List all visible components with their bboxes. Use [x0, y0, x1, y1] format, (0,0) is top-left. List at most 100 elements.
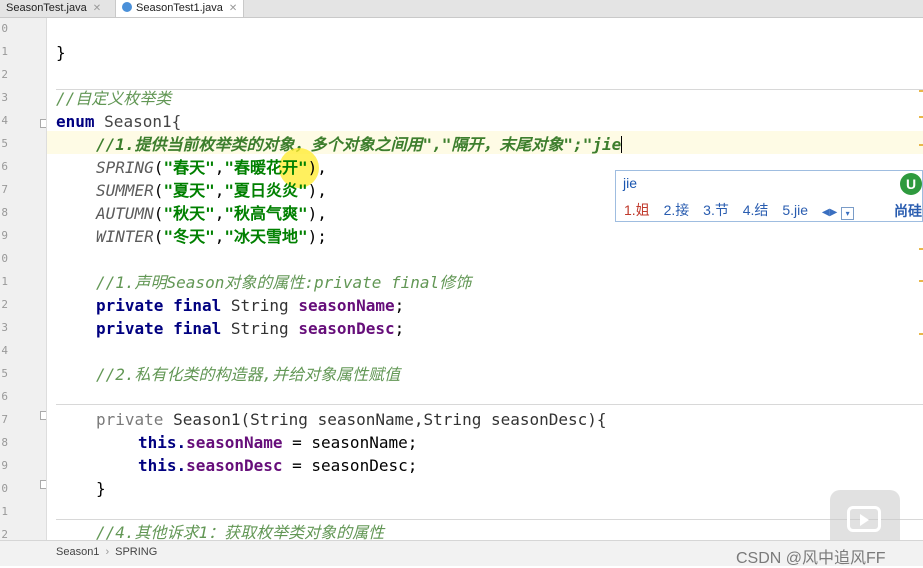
breadcrumb: Season1 › SPRING — [56, 546, 157, 558]
field-name: seasonDesc — [186, 456, 283, 475]
code-line: private Season1(String seasonName,String… — [96, 408, 607, 431]
fold-toggle-icon[interactable] — [40, 119, 46, 128]
line-number: 3 — [1, 321, 8, 334]
error-stripe-mark[interactable] — [919, 333, 923, 335]
type: String — [230, 296, 289, 315]
keyword: enum — [56, 112, 95, 131]
ime-candidate[interactable]: 5.jie — [782, 202, 808, 218]
line-number: 0 — [1, 252, 8, 265]
punct: ); — [307, 227, 327, 246]
next-page-icon[interactable]: ▶ — [830, 207, 838, 218]
expand-candidates-icon[interactable]: ▾ — [841, 207, 855, 220]
breadcrumb-item[interactable]: Season1 — [56, 546, 99, 558]
prev-page-icon[interactable]: ◀ — [822, 207, 830, 218]
code-editor[interactable]: } //自定义枚举类 enum Season1{ //1.提供当前枚举类的对象，… — [47, 18, 923, 540]
punct: ), — [307, 181, 327, 200]
ime-candidate[interactable]: 1.姐 — [624, 202, 650, 218]
watermark: CSDN @风中追风FF — [736, 550, 886, 567]
brace: } — [96, 479, 106, 498]
keyword: final — [173, 319, 222, 338]
code-line: //自定义枚举类 — [56, 87, 171, 110]
java-file-icon — [122, 2, 132, 12]
method-separator — [56, 519, 923, 520]
chevron-right-icon: › — [105, 546, 110, 558]
line-number-gutter[interactable]: 0 1 2 3 4 5 6 7 8 9 0 1 2 3 4 5 6 7 8 9 … — [0, 18, 47, 540]
ime-composition: jie — [623, 175, 638, 191]
string-literal: "夏天" — [163, 181, 215, 200]
close-icon[interactable]: ✕ — [93, 3, 101, 14]
line-number: 8 — [1, 206, 8, 219]
editor-tab-bar: SeasonTest.java ✕ SeasonTest1.java ✕ — [0, 0, 923, 18]
ime-candidate[interactable]: 2.接 — [664, 202, 690, 218]
code-line: private final String seasonName; — [96, 294, 404, 317]
punct: ( — [153, 204, 164, 223]
ime-brand: 尚硅 — [894, 203, 922, 219]
line-number: 1 — [1, 275, 8, 288]
line-number: 5 — [1, 367, 8, 380]
error-stripe-mark[interactable] — [919, 90, 923, 92]
line-number: 7 — [1, 183, 8, 196]
line-number: 9 — [1, 229, 8, 242]
code-line: //1.声明Season对象的属性:private final修饰 — [96, 271, 471, 294]
constructor-signature: Season1(String seasonName,String seasonD… — [173, 410, 607, 429]
line-number: 0 — [1, 482, 8, 495]
line-number: 2 — [1, 528, 8, 540]
code-line: private final String seasonDesc; — [96, 317, 404, 340]
line-number: 1 — [1, 45, 8, 58]
comment: //1.提供当前枚举类的对象，多个对象之间用","隔开，末尾对象";"jie — [96, 135, 622, 154]
ime-candidate[interactable]: 3.节 — [703, 202, 729, 218]
code-line: this.seasonName = seasonName; — [138, 431, 417, 454]
code-line: AUTUMN("秋天","秋高气爽"), — [96, 202, 327, 225]
error-stripe-mark[interactable] — [919, 280, 923, 282]
line-number: 2 — [1, 298, 8, 311]
punct: ), — [307, 204, 327, 223]
code-line: //1.提供当前枚举类的对象，多个对象之间用","隔开，末尾对象";"jie — [96, 133, 623, 156]
line-number: 6 — [1, 390, 8, 403]
line-number: 3 — [1, 91, 8, 104]
error-stripe-mark[interactable] — [919, 144, 923, 146]
punct: ), — [307, 158, 327, 177]
close-icon[interactable]: ✕ — [229, 3, 237, 14]
line-number: 7 — [1, 413, 8, 426]
keyword: private — [96, 410, 164, 429]
enum-constant: AUTUMN — [96, 204, 154, 223]
enum-constant: WINTER — [96, 227, 154, 246]
tab-seasontest1[interactable]: SeasonTest1.java ✕ — [115, 0, 245, 17]
keyword: final — [173, 296, 222, 315]
line-number: 9 — [1, 459, 8, 472]
punct: , — [214, 181, 225, 200]
string-literal: "秋天" — [163, 204, 215, 223]
error-stripe-mark[interactable] — [919, 116, 923, 118]
field-name: seasonName — [186, 433, 283, 452]
tab-seasontest[interactable]: SeasonTest.java ✕ — [0, 0, 107, 17]
tab-label: SeasonTest.java — [6, 2, 87, 14]
line-number: 4 — [1, 114, 8, 127]
punct: ; — [394, 319, 405, 338]
keyword: this. — [138, 456, 187, 475]
string-literal: "春天" — [163, 158, 215, 177]
field-name: seasonDesc — [298, 319, 395, 338]
fold-toggle-icon[interactable] — [40, 411, 46, 420]
error-stripe-mark[interactable] — [919, 248, 923, 250]
code-line: } — [96, 477, 106, 500]
ime-candidate[interactable]: 4.结 — [743, 202, 769, 218]
class-name: Season1{ — [104, 112, 182, 131]
ime-candidate-popup: jie U 1.姐 2.接 3.节 4.结 5.jie ◀▶ ▾ 尚硅 — [615, 170, 923, 222]
keyword: private — [96, 319, 164, 338]
code-line: //2.私有化类的构造器,并给对象属性赋值 — [96, 363, 400, 386]
field-name: seasonName — [298, 296, 395, 315]
punct: ( — [153, 158, 164, 177]
method-separator — [56, 404, 923, 405]
fold-toggle-icon[interactable] — [40, 480, 46, 489]
assignment: = seasonDesc; — [282, 456, 418, 475]
comment: //自定义枚举类 — [56, 89, 172, 108]
breadcrumb-item[interactable]: SPRING — [115, 546, 157, 558]
string-literal: "冰天雪地" — [224, 227, 308, 246]
comment: //1.声明Season对象的属性:private final修饰 — [96, 273, 472, 292]
string-literal: "春暖花开" — [224, 158, 308, 177]
enum-constant: SUMMER — [96, 181, 154, 200]
brace: } — [56, 43, 66, 62]
comment: //2.私有化类的构造器,并给对象属性赋值 — [96, 365, 401, 384]
string-literal: "夏日炎炎" — [224, 181, 308, 200]
keyword: private — [96, 296, 164, 315]
